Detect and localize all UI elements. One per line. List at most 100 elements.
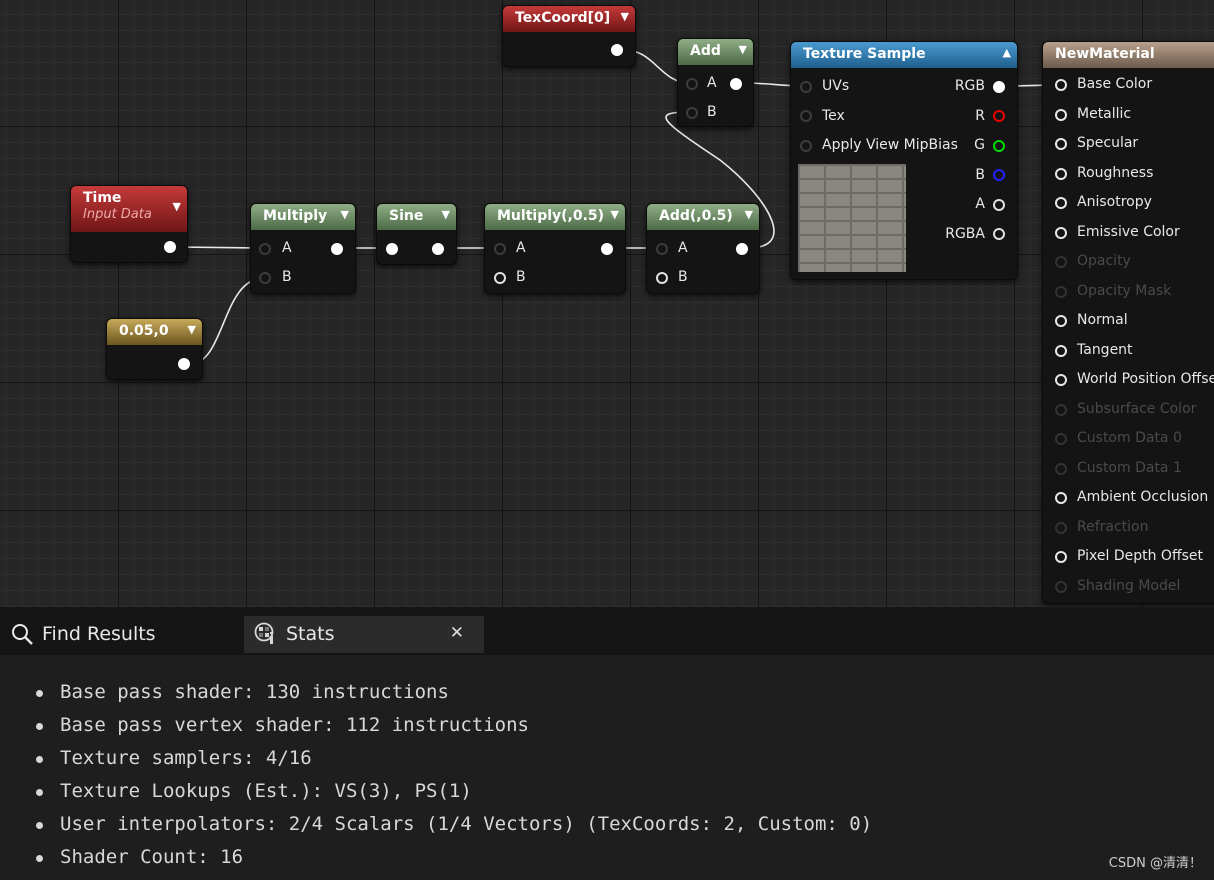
material-input-row[interactable]: Specular [1055,135,1138,151]
material-input-pin[interactable] [1055,344,1067,357]
material-input-row[interactable]: Refraction [1055,519,1149,535]
multiply-half-input-a-pin[interactable] [494,243,506,255]
material-input-row[interactable]: Normal [1055,312,1128,328]
material-input-label: Refraction [1077,518,1149,535]
rgb-output-pin[interactable] [993,81,1005,93]
sine-output-pin[interactable] [432,243,444,255]
material-input-row[interactable]: Opacity [1055,253,1131,269]
texture-sample-header[interactable]: Texture Sample ▲ [791,42,1017,68]
time-header[interactable]: Time Input Data ▼ [71,186,187,232]
constant-output-pin[interactable] [178,358,190,370]
multiply-half-header[interactable]: Multiply(,0.5) ▼ [485,204,625,230]
material-input-row[interactable]: Opacity Mask [1055,283,1171,299]
add-half-output-pin[interactable] [736,243,748,255]
material-input-row[interactable]: Tangent [1055,342,1133,358]
add-input-a-pin[interactable] [686,78,698,90]
close-icon[interactable]: ✕ [450,623,464,643]
uvs-input-pin[interactable] [800,81,812,93]
material-input-row[interactable]: World Position Offset [1055,371,1214,387]
chevron-down-icon[interactable]: ▼ [611,208,619,221]
time-output-pin[interactable] [164,241,176,253]
material-input-pin[interactable] [1055,226,1067,239]
material-input-row[interactable]: Pixel Depth Offset [1055,548,1203,564]
add-half-input-a-pin[interactable] [656,243,668,255]
texcoord-output-pin[interactable] [611,44,623,56]
add-output-pin[interactable] [730,78,742,90]
chevron-down-icon[interactable]: ▼ [173,200,181,213]
chevron-down-icon[interactable]: ▼ [739,43,747,56]
material-input-row[interactable]: Anisotropy [1055,194,1152,210]
multiply-output-pin[interactable] [331,243,343,255]
stats-item: Shader Count: 16 [36,846,1214,879]
material-input-pin[interactable] [1055,551,1067,563]
chevron-down-icon[interactable]: ▼ [621,10,629,23]
sine-node[interactable]: Sine ▼ [376,203,457,265]
material-input-pin[interactable] [1055,138,1067,150]
g-output-pin[interactable] [993,140,1005,152]
material-input-row[interactable]: Metallic [1055,106,1131,122]
constant-header[interactable]: 0.05,0 ▼ [107,319,202,345]
add-half-header[interactable]: Add(,0.5) ▼ [647,204,759,230]
material-input-row[interactable]: Shading Model [1055,578,1180,594]
a-output-pin[interactable] [993,199,1005,211]
sine-input-pin[interactable] [386,243,398,255]
material-input-pin[interactable] [1055,521,1067,534]
material-input-pin[interactable] [1055,79,1067,91]
material-input-row[interactable]: Custom Data 0 [1055,430,1182,446]
material-header[interactable]: NewMaterial [1043,42,1214,68]
multiply-input-b-pin[interactable] [259,272,271,284]
constant-node[interactable]: 0.05,0 ▼ [106,318,203,380]
material-input-pin[interactable] [1055,492,1067,504]
material-input-pin[interactable] [1055,462,1067,475]
material-input-label: Metallic [1077,105,1132,122]
material-input-pin[interactable] [1055,374,1067,386]
add-title: Add [690,43,721,59]
sine-header[interactable]: Sine ▼ [377,204,456,230]
chevron-down-icon[interactable]: ▼ [442,208,450,221]
material-input-row[interactable]: Custom Data 1 [1055,460,1182,476]
add-node[interactable]: Add ▼ A B [677,38,754,127]
add-input-b-pin[interactable] [686,107,698,119]
time-node[interactable]: Time Input Data ▼ [70,185,188,263]
chevron-down-icon[interactable]: ▼ [341,208,349,221]
material-input-row[interactable]: Subsurface Color [1055,401,1196,417]
material-input-row[interactable]: Base Color [1055,76,1152,92]
mipbias-input-pin[interactable] [800,140,812,152]
material-input-pin[interactable] [1055,315,1067,327]
add-pin-b-label: B [707,104,717,120]
r-output-pin[interactable] [993,110,1005,122]
add-header[interactable]: Add ▼ [678,39,753,65]
texcoord-header[interactable]: TexCoord[0] ▼ [503,6,635,32]
multiply-node[interactable]: Multiply ▼ A B [250,203,356,294]
add-half-node[interactable]: Add(,0.5) ▼ A B [646,203,760,294]
multiply-header[interactable]: Multiply ▼ [251,204,355,230]
material-result-node[interactable]: NewMaterial Base Color Metallic Specular Ro… [1042,41,1214,604]
texcoord-node[interactable]: TexCoord[0] ▼ [502,5,636,67]
chevron-down-icon[interactable]: ▼ [745,208,753,221]
multiply-input-a-pin[interactable] [259,243,271,255]
rgba-output-pin[interactable] [993,228,1005,240]
texture-sample-node[interactable]: Texture Sample ▲ UVs Tex Apply View MipB… [790,41,1018,280]
material-graph-canvas[interactable]: TexCoord[0] ▼ Add ▼ A B Texture Sample ▲… [0,0,1214,607]
chevron-up-icon[interactable]: ▲ [1003,46,1011,59]
tab-stats[interactable]: Stats ✕ [244,616,484,653]
chevron-down-icon[interactable]: ▼ [188,323,196,336]
multiply-half-output-pin[interactable] [601,243,613,255]
material-input-pin[interactable] [1055,108,1067,121]
material-input-pin[interactable] [1055,580,1067,593]
b-output-pin[interactable] [993,169,1005,181]
material-input-pin[interactable] [1055,197,1067,209]
material-input-pin[interactable] [1055,167,1067,180]
tex-input-pin[interactable] [800,110,812,122]
material-input-pin[interactable] [1055,285,1067,298]
multiply-half-input-b-pin[interactable] [494,272,506,284]
material-input-pin[interactable] [1055,433,1067,445]
multiply-half-node[interactable]: Multiply(,0.5) ▼ A B [484,203,626,294]
material-input-pin[interactable] [1055,256,1067,268]
material-input-row[interactable]: Emissive Color [1055,224,1180,240]
tab-find-results[interactable]: Find Results [0,616,236,653]
material-input-pin[interactable] [1055,403,1067,416]
material-input-row[interactable]: Roughness [1055,165,1153,181]
add-half-input-b-pin[interactable] [656,272,668,284]
material-input-row[interactable]: Ambient Occlusion [1055,489,1208,505]
